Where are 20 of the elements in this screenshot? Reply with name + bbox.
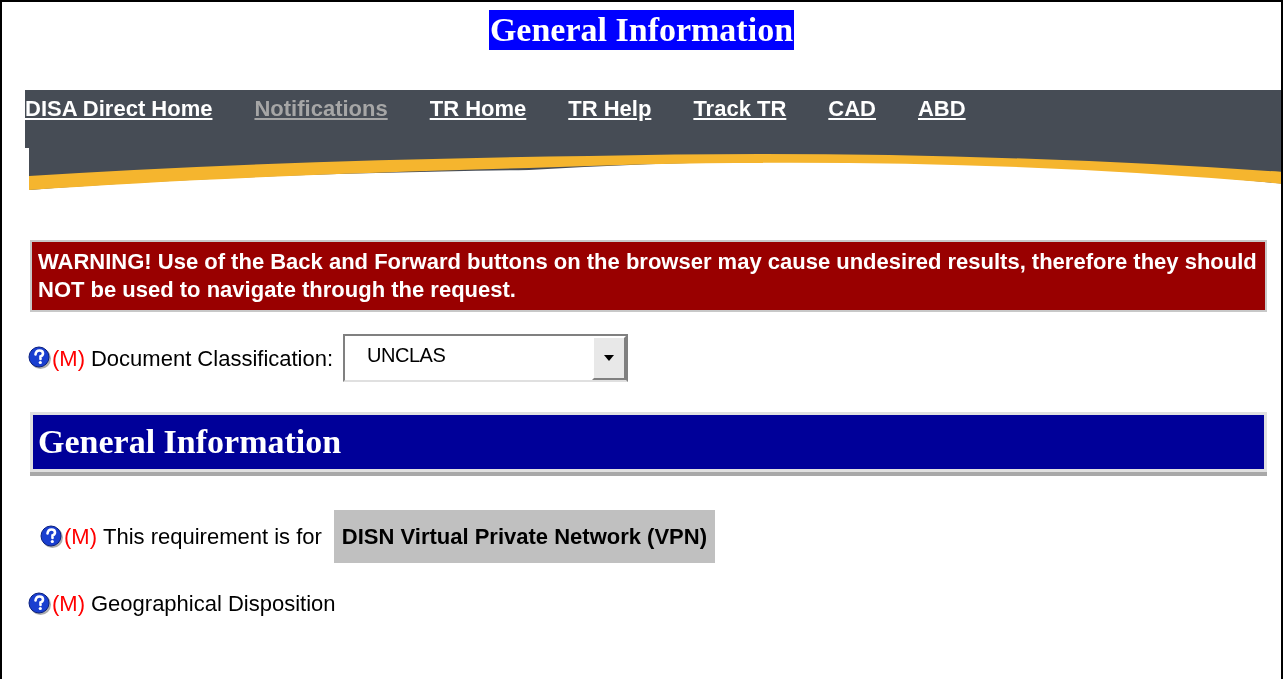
warning-banner: WARNING! Use of the Back and Forward buttons on the browser may cause undesired results, therefore they should NOT be used to navigate through the request. [32, 242, 1265, 310]
help-icon[interactable] [28, 346, 52, 370]
mandatory-mark: (M) [52, 344, 85, 373]
field-label: This requirement is for [103, 523, 322, 551]
mandatory-mark: (M) [64, 523, 97, 551]
nav-link[interactable]: TR Home [429, 92, 527, 125]
section-header: General Information [33, 415, 1264, 469]
field-label: Geographical Disposition [91, 590, 336, 618]
page-title: General Information [488, 10, 795, 50]
nav-link[interactable]: CAD [828, 92, 876, 125]
nav-link[interactable]: DISA Direct Home [25, 92, 213, 125]
field-label: Document Classification: [91, 344, 334, 373]
nav-link[interactable]: Track TR [693, 92, 787, 125]
classification-dropdown[interactable]: UNCLAS [343, 334, 629, 382]
field-value: DISN Virtual Private Network (VPN) [333, 510, 715, 563]
mandatory-mark: (M) [52, 590, 85, 618]
nav-link[interactable]: ABD [918, 92, 966, 125]
help-icon[interactable] [28, 591, 52, 616]
help-icon[interactable] [40, 524, 64, 549]
nav-link[interactable]: TR Help [568, 92, 652, 125]
